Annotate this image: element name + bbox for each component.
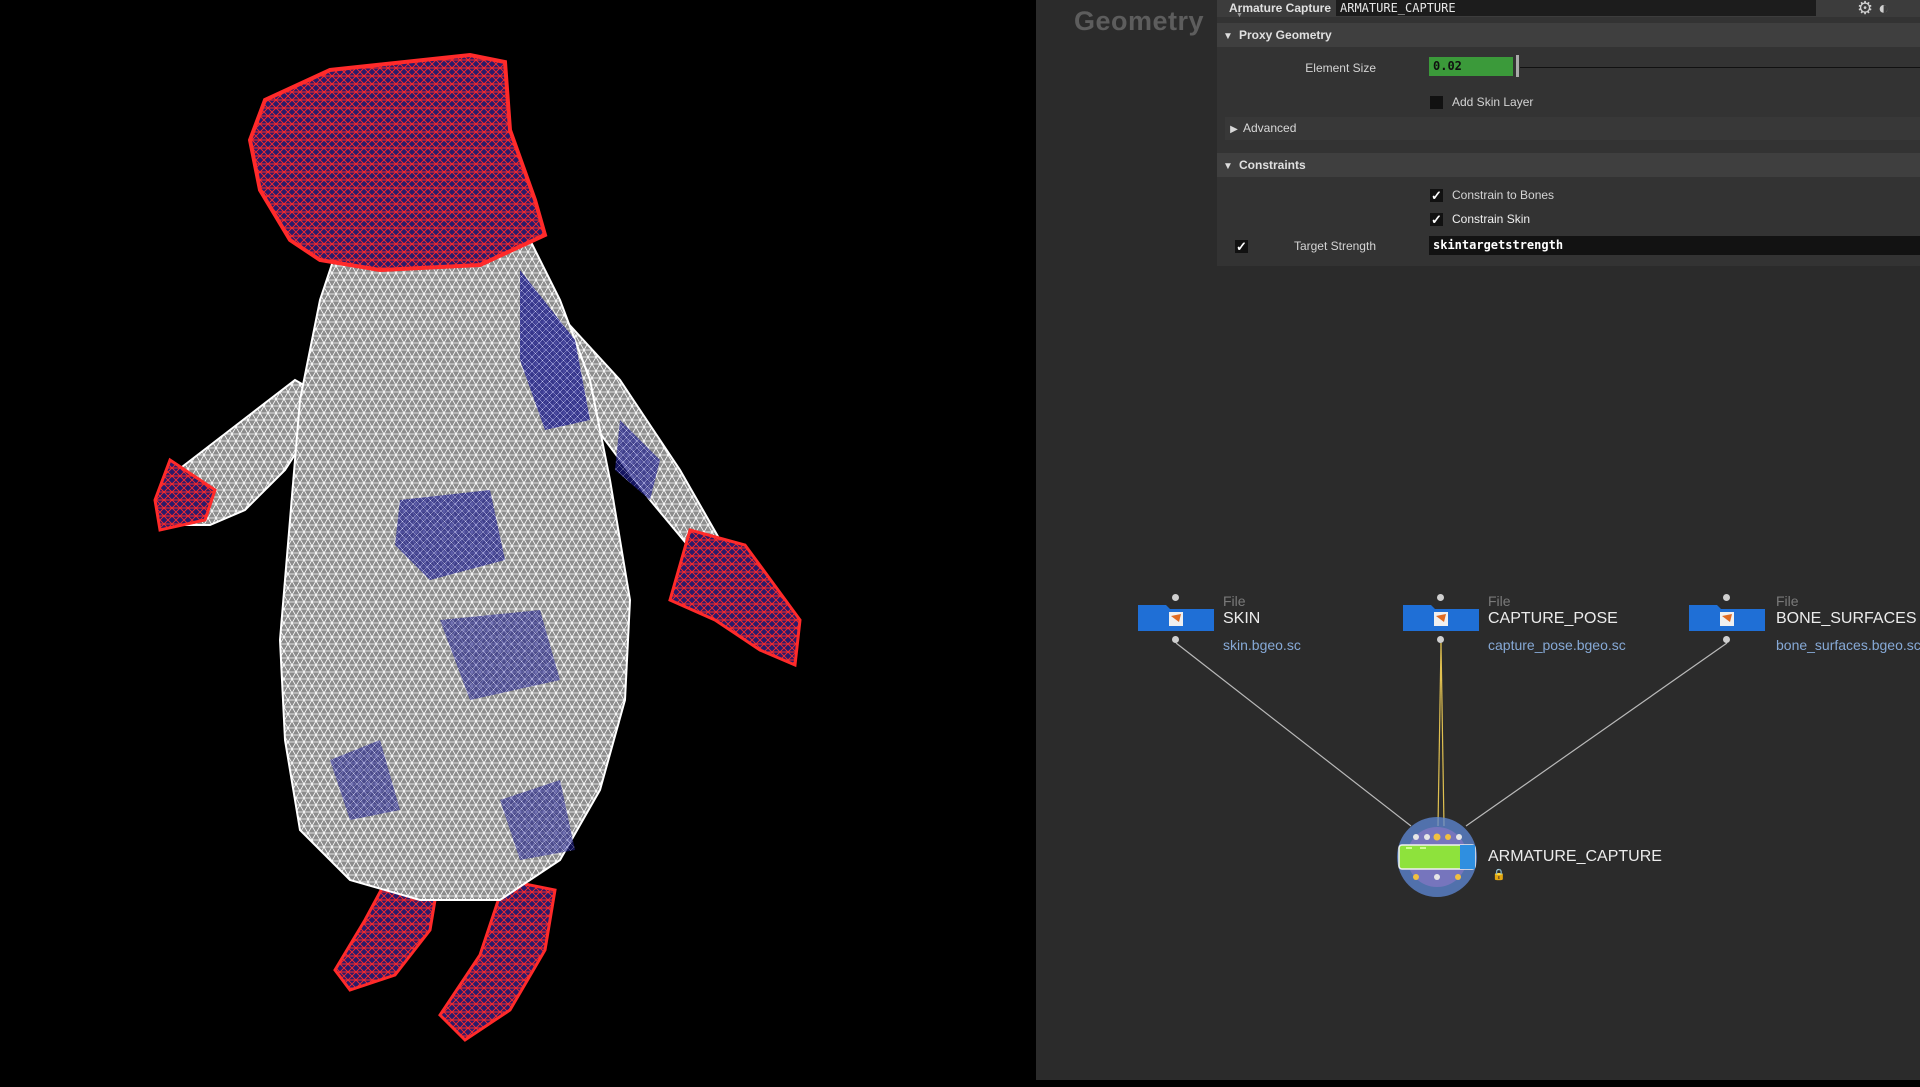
skin-input-dot[interactable] (1172, 594, 1179, 601)
capture-pose-output-dot[interactable] (1437, 636, 1444, 643)
armature-capture-node-name[interactable]: ARMATURE_CAPTURE (1488, 848, 1662, 866)
bone-surfaces-output-dot[interactable] (1723, 636, 1730, 643)
section-label: Advanced (1243, 121, 1297, 135)
parameter-panel: Armature Capture ARMATURE_CAPTURE ⚙ ◐ ▼ … (1217, 0, 1920, 266)
add-skin-layer-checkbox[interactable] (1430, 96, 1443, 109)
file-node-icon[interactable] (1687, 603, 1767, 633)
bone-surfaces-node-file[interactable]: bone_surfaces.bgeo.sc (1776, 637, 1920, 653)
wire-skin (1175, 642, 1412, 827)
node-name-field[interactable]: ARMATURE_CAPTURE (1336, 0, 1816, 16)
armature-capture-node[interactable] (1394, 815, 1480, 899)
skin-node-file[interactable]: skin.bgeo.sc (1223, 637, 1301, 653)
wireframe-mesh (153, 52, 802, 1042)
target-strength-field[interactable]: skintargetstrength (1429, 236, 1920, 255)
bone-surfaces-input-dot[interactable] (1723, 594, 1730, 601)
wire-bone-surfaces (1465, 642, 1728, 827)
skin-output-dot[interactable] (1172, 636, 1179, 643)
skin-node-type: File (1223, 593, 1246, 609)
wire-capture-pose-left (1437, 642, 1442, 827)
node-type-label: Armature Capture (1229, 1, 1332, 15)
capture-pose-node-type: File (1488, 593, 1511, 609)
triangle-down-icon: ▼ (1223, 31, 1233, 42)
constrain-skin-label: Constrain Skin (1452, 212, 1531, 226)
section-advanced[interactable]: ▶ Advanced (1225, 117, 1920, 140)
constrain-skin-checkbox[interactable]: ✓ (1430, 213, 1443, 226)
section-constraints[interactable]: ▼ Constraints (1217, 153, 1920, 177)
gear-icon[interactable]: ⚙ ◐ (1857, 0, 1889, 19)
skin-node-name[interactable]: SKIN (1223, 610, 1260, 628)
bottom-strip (1036, 1080, 1920, 1087)
wire-capture-pose-right (1440, 642, 1445, 827)
section-label: Proxy Geometry (1239, 28, 1332, 42)
element-size-label: Element Size (1305, 61, 1376, 75)
capture-pose-input-dot[interactable] (1437, 594, 1444, 601)
target-strength-enable-checkbox[interactable]: ✓ (1235, 240, 1248, 253)
element-size-field[interactable]: 0.02 (1429, 57, 1513, 76)
section-label: Constraints (1239, 158, 1306, 172)
element-size-slider-track[interactable] (1520, 67, 1920, 68)
bone-surfaces-node-name[interactable]: BONE_SURFACES (1776, 610, 1916, 628)
target-strength-label: Target Strength (1293, 239, 1376, 253)
add-skin-layer-label: Add Skin Layer (1452, 95, 1534, 109)
constrain-to-bones-checkbox[interactable]: ✓ (1430, 189, 1443, 202)
section-proxy-geometry[interactable]: ▼ Proxy Geometry (1217, 23, 1920, 47)
element-size-slider-handle[interactable] (1516, 55, 1519, 77)
triangle-down-icon: ▼ (1223, 161, 1233, 172)
chevron-down-icon[interactable]: ▼ (1236, 12, 1243, 19)
triangle-right-icon: ▶ (1230, 124, 1238, 135)
capture-pose-node-name[interactable]: CAPTURE_POSE (1488, 610, 1618, 628)
3d-viewport[interactable] (0, 0, 1036, 1087)
bone-surfaces-node-type: File (1776, 593, 1799, 609)
network-editor[interactable]: Geometry Armature Capture ARMATURE_CAPTU… (1036, 0, 1920, 1080)
file-node-icon[interactable] (1401, 603, 1481, 633)
capture-pose-node-file[interactable]: capture_pose.bgeo.sc (1488, 637, 1626, 653)
constrain-to-bones-label: Constrain to Bones (1452, 188, 1555, 202)
lock-icon[interactable]: 🔒 (1492, 868, 1506, 881)
param-header: Armature Capture ARMATURE_CAPTURE ⚙ ◐ (1217, 0, 1920, 19)
file-node-icon[interactable] (1136, 603, 1216, 633)
